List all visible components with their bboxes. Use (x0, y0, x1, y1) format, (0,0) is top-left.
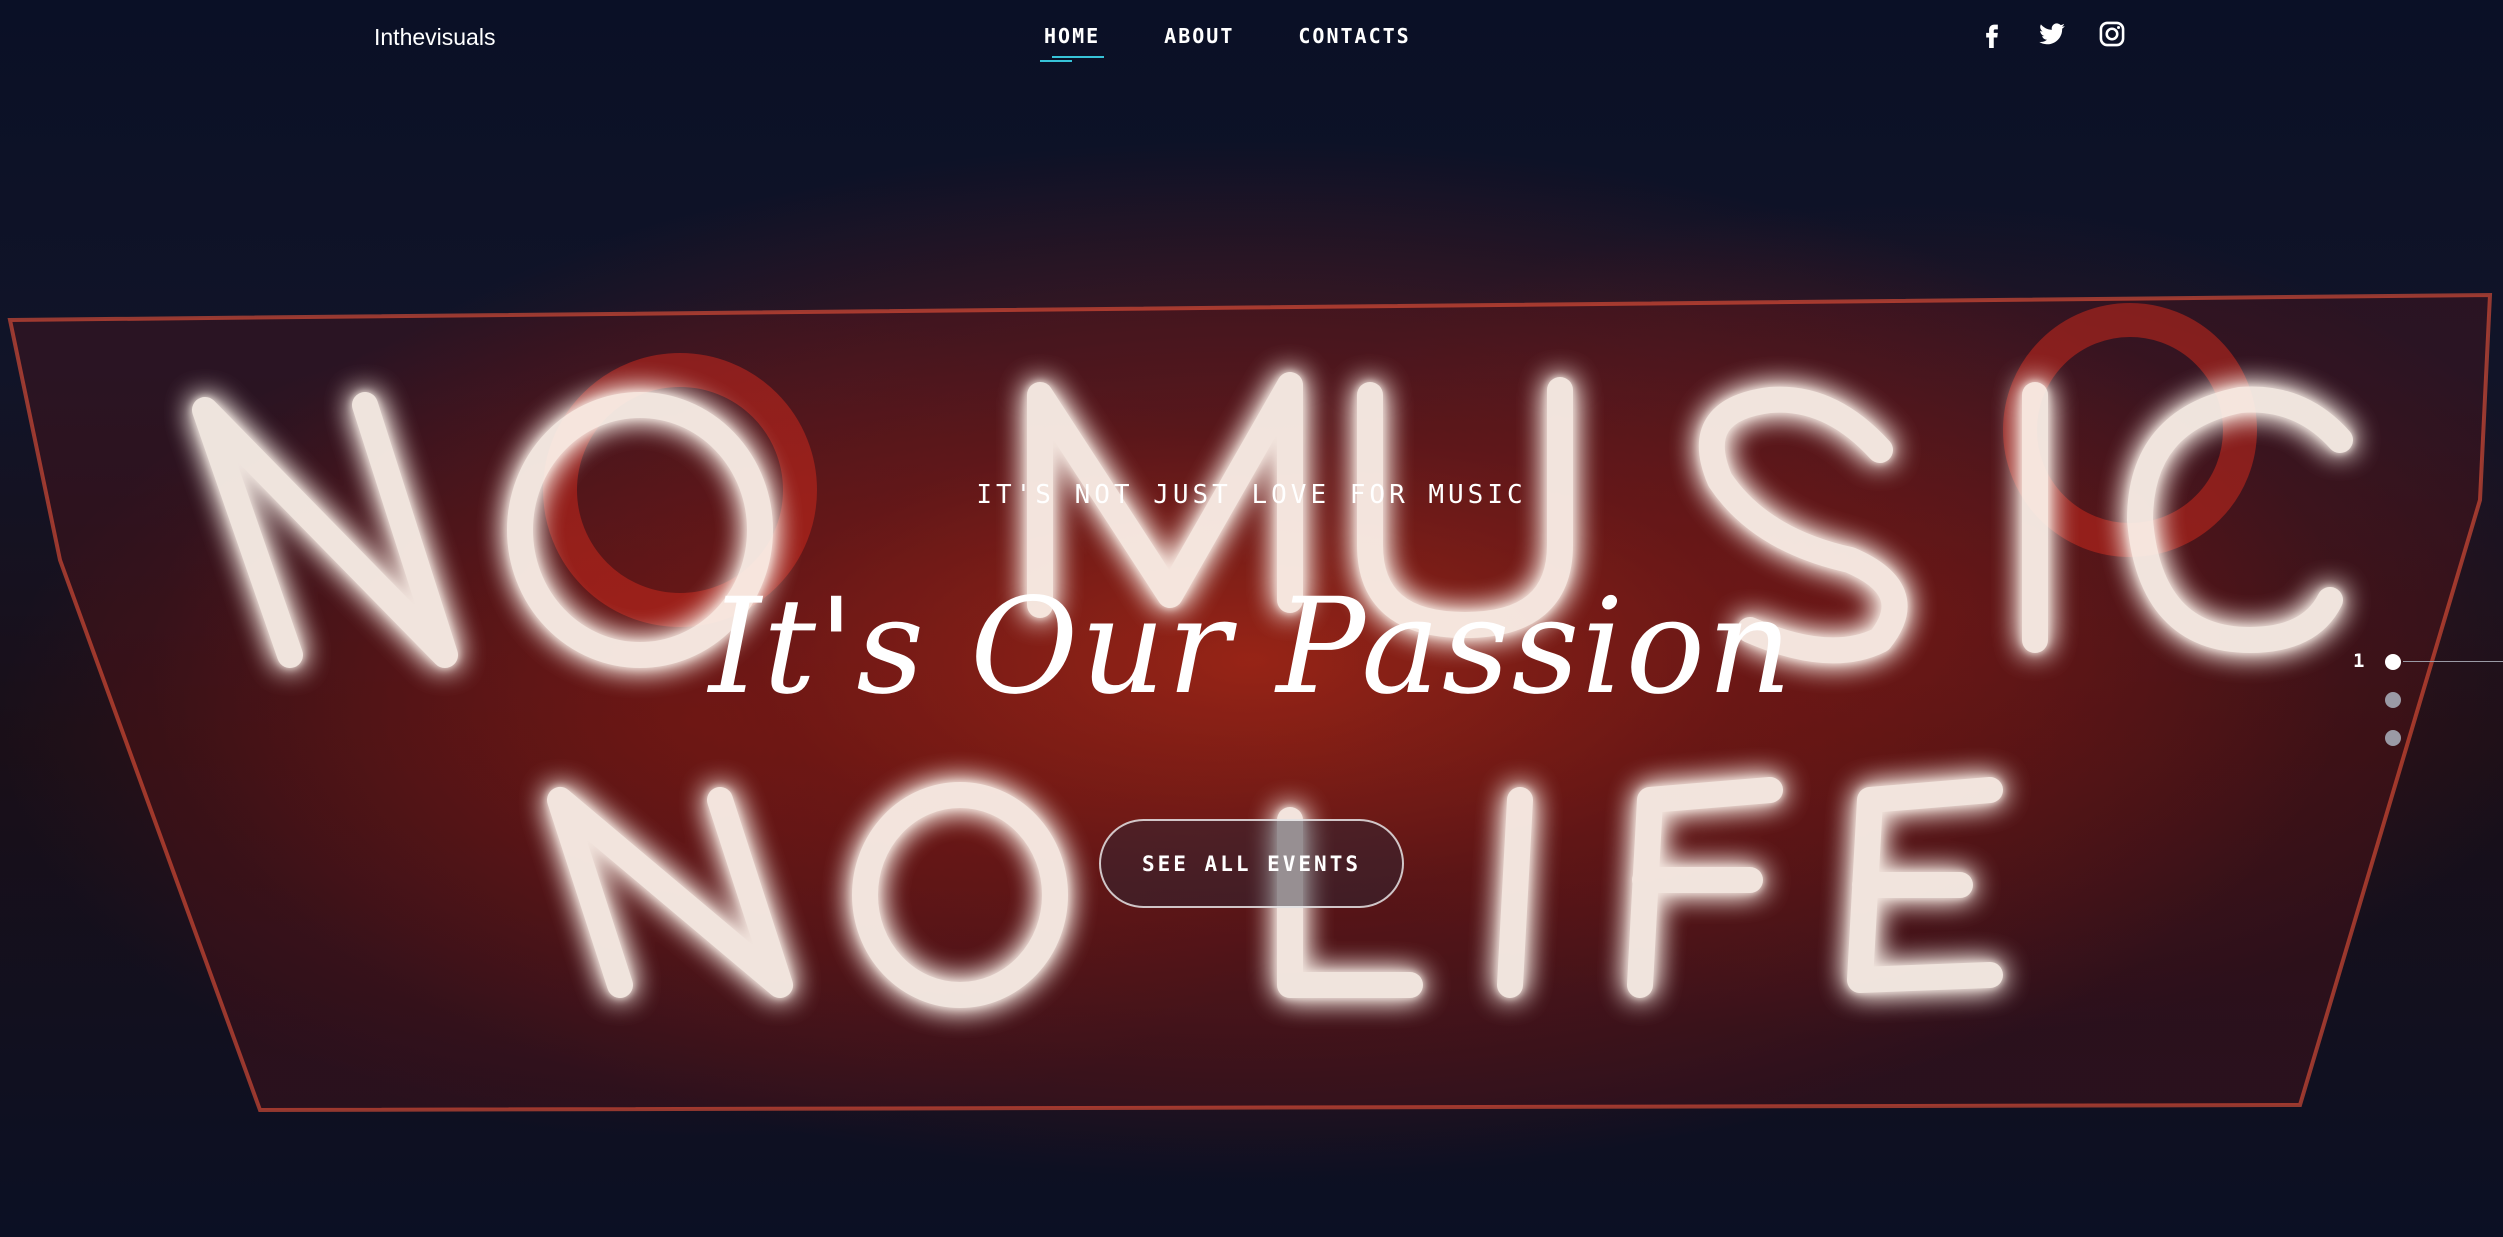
see-all-events-button[interactable]: SEE ALL EVENTS (1099, 819, 1404, 908)
pager-active-line (2403, 661, 2503, 662)
pager-dot-1[interactable] (2385, 654, 2401, 670)
nav-active-underline (1040, 56, 1104, 64)
pager-dot-2[interactable] (2385, 692, 2401, 708)
brand-logo-text[interactable]: Inthevisuals (374, 24, 495, 54)
hero-headline: It's Our Passion (708, 570, 1795, 724)
slide-pager: 1 (2353, 650, 2503, 750)
nav-about[interactable]: ABOUT (1164, 24, 1234, 48)
main-nav: HOME ABOUT CONTACTS (1044, 24, 1411, 48)
pager-current-number: 1 (2353, 650, 2365, 672)
pager-dot-3[interactable] (2385, 730, 2401, 746)
nav-contacts[interactable]: CONTACTS (1298, 24, 1410, 48)
facebook-icon[interactable] (1978, 20, 2006, 48)
twitter-icon[interactable] (2038, 20, 2066, 48)
hero-eyebrow: IT'S NOT JUST LOVE FOR MUSIC (976, 480, 1527, 510)
nav-home[interactable]: HOME (1044, 24, 1100, 48)
instagram-icon[interactable] (2098, 20, 2126, 48)
social-links (1978, 20, 2126, 48)
